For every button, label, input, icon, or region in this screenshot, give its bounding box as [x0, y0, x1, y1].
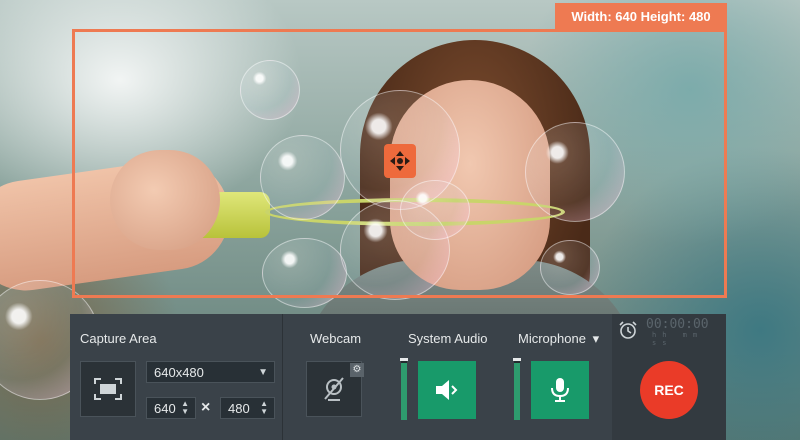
- rec-button-label: REC: [654, 382, 684, 398]
- capture-width-value: 640: [154, 400, 176, 416]
- stepper-arrows-icon: ▲ ▼: [260, 399, 268, 416]
- capture-area-section: Capture Area 640x480 ▼ 640 ▲ ▼ × 480 ▲ ▼: [70, 314, 282, 440]
- webcam-off-icon: [324, 377, 344, 401]
- capture-width-stepper[interactable]: 640 ▲ ▼: [146, 397, 196, 419]
- level-peak-marker: [400, 358, 408, 361]
- rec-button[interactable]: REC: [640, 361, 698, 419]
- capture-size-preset-dropdown[interactable]: 640x480 ▼: [146, 361, 275, 383]
- stepper-arrows-icon: ▲ ▼: [181, 399, 189, 416]
- gear-icon[interactable]: ⚙: [350, 363, 364, 377]
- capture-area-button[interactable]: [80, 361, 136, 417]
- scheduled-recording-button[interactable]: [616, 318, 640, 342]
- system-audio-toggle-button[interactable]: [418, 361, 476, 419]
- microphone-section: Microphone ▾: [498, 314, 612, 440]
- webcam-label: Webcam: [310, 331, 362, 346]
- system-audio-section: System Audio: [378, 314, 498, 440]
- chevron-down-icon: ▼: [258, 366, 268, 378]
- speaker-icon: [436, 380, 458, 400]
- capture-size-preset-value: 640x480: [154, 364, 204, 380]
- microphone-level-meter: [513, 358, 521, 420]
- dimension-separator: ×: [201, 399, 211, 416]
- system-audio-level-meter: [400, 358, 408, 420]
- record-section: 00:00:00 hh mm ss REC: [612, 314, 726, 440]
- capture-height-stepper[interactable]: 480 ▲ ▼: [220, 397, 275, 419]
- level-peak-marker: [513, 358, 521, 361]
- move-arrows-icon: [390, 151, 410, 171]
- chevron-down-icon: ▾: [592, 331, 600, 346]
- alarm-clock-icon: [619, 321, 637, 339]
- frame-dimensions-label: Width: 640 Height: 480: [555, 3, 727, 31]
- microphone-icon: [551, 378, 569, 402]
- capture-area-label: Capture Area: [80, 331, 157, 346]
- capture-height-value: 480: [228, 400, 250, 416]
- microphone-dropdown[interactable]: Microphone ▾: [518, 331, 599, 347]
- system-audio-label: System Audio: [408, 331, 488, 346]
- recording-timer: 00:00:00 hh mm ss: [646, 317, 724, 347]
- level-fill: [514, 363, 520, 420]
- capture-area-icon: [94, 378, 122, 400]
- timer-digits: 00:00:00: [646, 317, 709, 332]
- webcam-section: Webcam ⚙: [282, 314, 378, 440]
- recording-control-panel: Capture Area 640x480 ▼ 640 ▲ ▼ × 480 ▲ ▼ W…: [70, 314, 726, 440]
- level-fill: [401, 363, 407, 420]
- microphone-label: Microphone: [518, 331, 586, 346]
- microphone-toggle-button[interactable]: [531, 361, 589, 419]
- timer-units: hh mm ss: [652, 331, 704, 347]
- move-handle[interactable]: [384, 144, 416, 178]
